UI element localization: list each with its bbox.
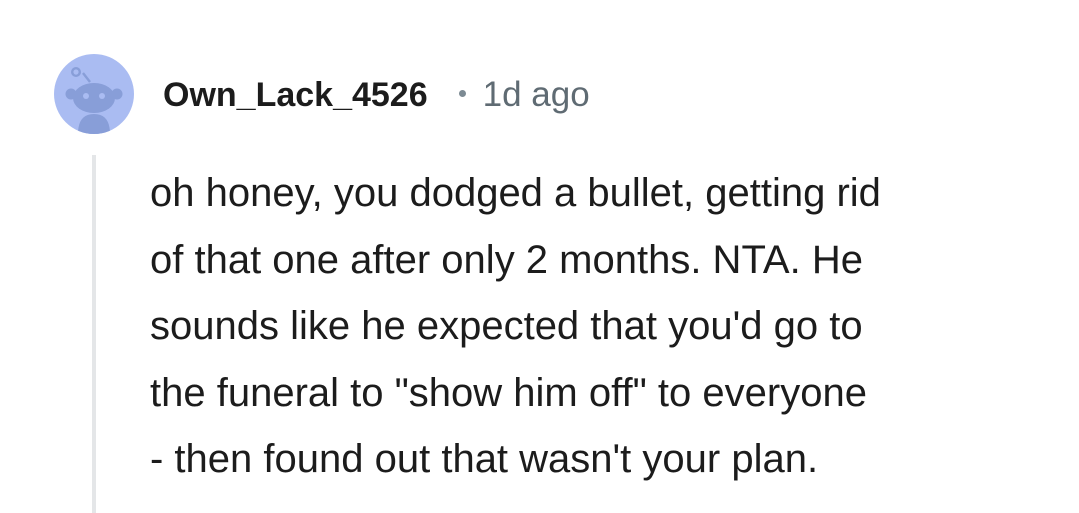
- separator-dot: [458, 89, 466, 97]
- comment-body-line: oh honey, you dodged a bullet, getting r…: [150, 171, 881, 215]
- comment-body: oh honey, you dodged a bullet, getting r…: [150, 160, 1050, 493]
- comment-body-line: of that one after only 2 months. NTA. He: [150, 237, 863, 282]
- comment-body-line: - then found out that wasn't your plan.: [150, 437, 819, 481]
- timestamp[interactable]: 1d ago: [483, 75, 590, 115]
- reddit-snoo-avatar-icon: [65, 67, 123, 134]
- comment-header: Own_Lack_4526 1d ago: [163, 70, 590, 120]
- thread-line[interactable]: [92, 155, 96, 513]
- comment-card: Own_Lack_4526 1d ago oh honey, you dodge…: [0, 0, 1079, 513]
- comment-body-line: sounds like he expected that you'd go to: [150, 304, 863, 348]
- comment-body-line: the funeral to "show him off" to everyon…: [150, 370, 867, 415]
- username-link[interactable]: Own_Lack_4526: [163, 76, 428, 115]
- avatar[interactable]: [54, 54, 134, 134]
